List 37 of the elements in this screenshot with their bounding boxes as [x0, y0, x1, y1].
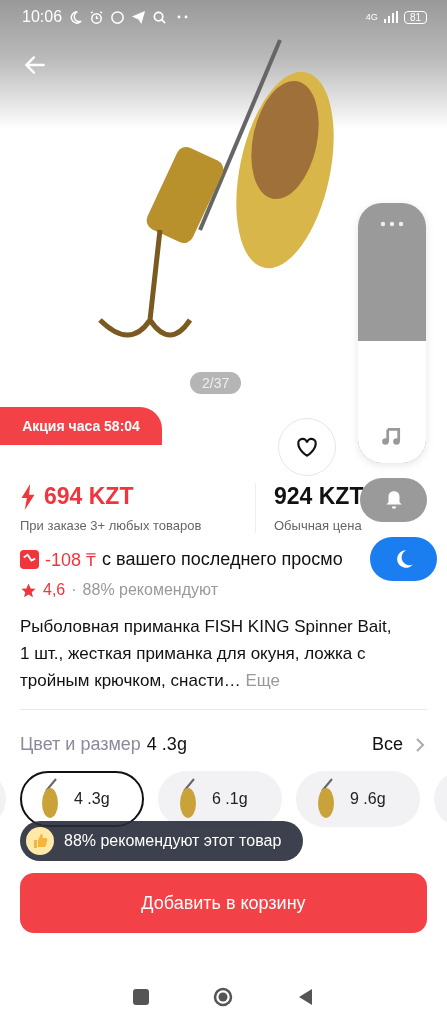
status-time: 10:06: [22, 8, 63, 26]
sale-price: 694 KZT: [44, 483, 134, 510]
variant-label: Цвет и размер: [20, 734, 141, 755]
product-title: Рыболовная приманка FISH KING Spinner Bait, 1 шт., жесткая приманка для окуня, ложка с тройным крючком, снасти… Еще: [20, 616, 393, 692]
variant-current: 4 .3g: [146, 734, 187, 755]
regular-price: 924 KZT: [274, 483, 364, 510]
add-to-cart-button[interactable]: Добавить в корзину: [20, 873, 427, 933]
variant-chip[interactable]: 9 .6g: [296, 771, 420, 827]
chevron-right-icon: [415, 736, 425, 753]
toast-text: 88% рекомендуют этот товар: [64, 832, 282, 850]
price-drop-text: с вашего последнего просмо: [102, 548, 343, 570]
alarm-icon: [89, 9, 105, 25]
search-icon: [152, 9, 168, 25]
recommend-rate: 88% рекомендуют: [82, 581, 218, 599]
volume-slider[interactable]: [358, 203, 426, 463]
promo-label: Акция часа 58:04: [22, 418, 140, 434]
all-variants-link[interactable]: Все: [371, 734, 403, 755]
home-icon[interactable]: [213, 987, 234, 1007]
price-drop-icon: [20, 549, 39, 569]
music-note-icon: [380, 425, 402, 447]
price-drop-amount: -108 ₸: [45, 549, 97, 571]
network-label: 4G: [365, 12, 378, 22]
moon-icon: [68, 9, 84, 25]
battery-level: 81: [403, 10, 427, 24]
more-icon[interactable]: [380, 221, 404, 227]
do-not-disturb-button[interactable]: [370, 537, 437, 581]
signal-icon: [383, 11, 398, 23]
recents-icon[interactable]: [131, 987, 152, 1007]
rating-score: 4,6: [43, 581, 66, 599]
thumbs-up-icon: [26, 827, 54, 855]
send-icon: [131, 9, 147, 25]
lightning-icon: [20, 483, 36, 510]
image-counter: 2/37: [190, 372, 242, 394]
regular-price-note: Обычная цена: [274, 518, 363, 533]
star-icon: [20, 581, 37, 599]
sale-price-note: При заказе 3+ любых товаров: [20, 518, 203, 533]
separator-dot: ·: [71, 581, 77, 599]
